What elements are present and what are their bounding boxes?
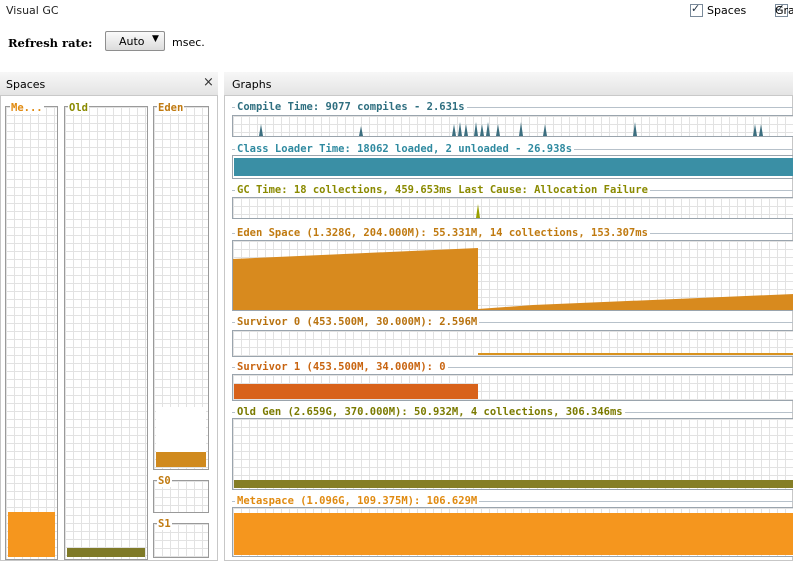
oldgen-title: Old Gen (2.659G, 370.000M): 50.932M, 4 c… [235, 406, 625, 418]
app-title: Visual GC [6, 4, 59, 17]
gc-time-title: GC Time: 18 collections, 459.653ms Last … [235, 184, 650, 196]
old-space-label: Old [68, 102, 89, 114]
graphs-panel-title: Graphs [232, 78, 272, 91]
graphs-panel-header [224, 72, 793, 96]
s1-space-label: S1 [157, 518, 172, 530]
metaspace-graph-fill [234, 513, 793, 555]
metaspace-graph [232, 507, 793, 557]
oldgen-fill [234, 480, 793, 488]
survivor0-fill [478, 353, 793, 355]
chevron-down-icon[interactable]: ▼ [152, 34, 159, 44]
compile-time-graph [232, 115, 793, 137]
refresh-rate-label: Refresh rate: [8, 36, 93, 50]
eden-space-area [233, 248, 793, 310]
class-loader-graph [232, 155, 793, 179]
survivor0-graph [232, 330, 793, 357]
close-icon[interactable]: × [203, 75, 214, 90]
spaces-checkbox-label[interactable]: Spaces [707, 4, 746, 17]
survivor1-graph [232, 374, 793, 401]
survivor1-fill [234, 384, 478, 399]
s0-space-label: S0 [157, 475, 172, 487]
old-fill [67, 548, 145, 557]
compile-time-spikes [259, 122, 763, 136]
refresh-unit-label: msec. [172, 36, 205, 49]
metaspace-fill [8, 512, 55, 557]
old-space-box [64, 106, 148, 560]
graphs-checkbox-label[interactable]: Gra [775, 4, 793, 17]
class-loader-bar [234, 158, 793, 176]
spaces-panel-title: Spaces [6, 78, 46, 91]
eden-space-label: Eden [157, 102, 185, 114]
eden-fill [156, 452, 206, 467]
metaspace-space-label: Me... [10, 102, 44, 114]
eden-space-title: Eden Space (1.328G, 204.000M): 55.331M, … [235, 227, 650, 239]
refresh-rate-value[interactable]: Auto [119, 35, 145, 48]
oldgen-graph [232, 418, 793, 490]
title-bar [0, 0, 793, 22]
survivor0-title: Survivor 0 (453.500M, 30.000M): 2.596M [235, 316, 480, 328]
survivor1-title: Survivor 1 (453.500M, 34.000M): 0 [235, 361, 448, 373]
eden-space-graph [232, 240, 793, 311]
spaces-checkbox[interactable] [690, 2, 703, 17]
gc-time-spike [476, 204, 480, 218]
compile-time-title: Compile Time: 9077 compiles - 2.631s [235, 101, 467, 113]
eden-space-box [153, 106, 209, 470]
metaspace-space-box [5, 106, 58, 560]
metaspace-title: Metaspace (1.096G, 109.375M): 106.629M [235, 495, 480, 507]
class-loader-title: Class Loader Time: 18062 loaded, 2 unloa… [235, 143, 575, 155]
gc-time-graph [232, 197, 793, 219]
